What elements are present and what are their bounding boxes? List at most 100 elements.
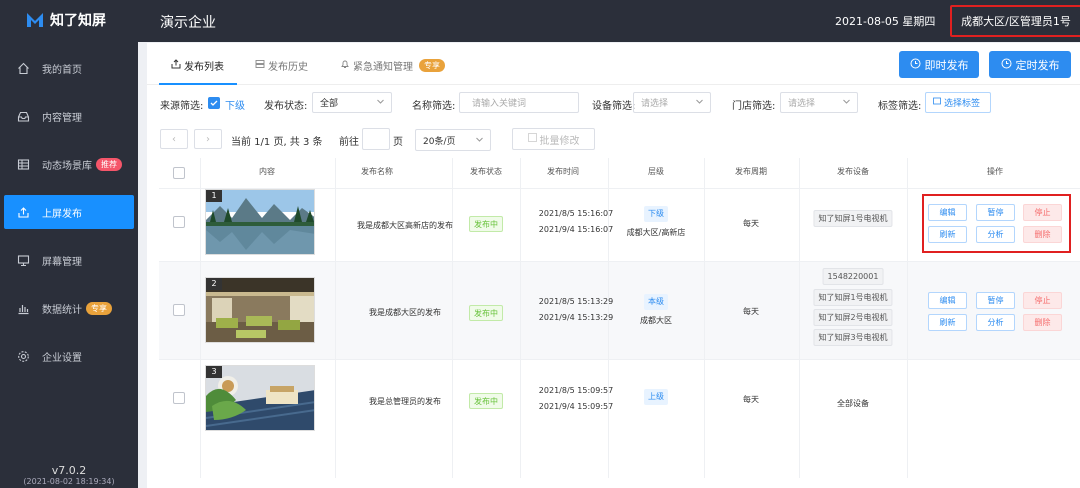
row-checkbox[interactable] [173, 216, 185, 228]
column-header: 发布时间 [547, 167, 579, 176]
publish-timed-button[interactable]: 定时发布 [989, 51, 1071, 78]
select-all-checkbox[interactable] [173, 167, 185, 179]
active-tab-indicator [159, 83, 237, 85]
next-page-button[interactable]: › [194, 129, 222, 149]
clock-icon [910, 58, 921, 72]
sidebar-item-content[interactable]: 内容管理 [0, 99, 138, 133]
status-filter-label: 发布状态: [264, 101, 308, 112]
device-chip: 知了知屏3号电视机 [813, 329, 893, 346]
chevron-left-icon: ‹ [172, 133, 176, 145]
name-search-placeholder: 请输入关键词 [472, 99, 527, 109]
recommend-badge: 推荐 [96, 157, 122, 171]
select-tags-button[interactable]: 选择标签 [925, 92, 991, 113]
publish-name: 我是成都大区高新店的发布 [357, 221, 453, 230]
pause-button[interactable]: 暂停 [976, 292, 1015, 309]
device-summary: 全部设备 [837, 399, 869, 408]
sidebar-item-publish[interactable]: 上屏发布 [4, 195, 134, 229]
column-header: 发布周期 [735, 167, 767, 176]
name-search-input[interactable]: 请输入关键词 [459, 92, 579, 113]
sidebar-item-label: 内容管理 [42, 112, 82, 124]
row-divider [159, 261, 1080, 262]
chevron-down-icon [695, 97, 704, 109]
row-checkbox[interactable] [173, 392, 185, 404]
chevron-right-icon: › [206, 133, 210, 145]
column-header: 发布设备 [837, 167, 869, 176]
column-header: 发布名称 [361, 167, 393, 176]
publish-timed-label: 定时发布 [1015, 58, 1060, 72]
logo-text: 知了知屏 [50, 13, 106, 29]
store-select[interactable]: 请选择 [780, 92, 858, 113]
column-divider [200, 158, 201, 478]
table-icon [16, 157, 30, 171]
monitor-icon [16, 253, 30, 267]
page-summary: 当前 1/1 页, 共 3 条 [231, 137, 323, 148]
name-filter-label: 名称筛选: [412, 101, 456, 112]
company-name: 演示企业 [160, 15, 216, 31]
edit-button[interactable]: 编辑 [928, 292, 967, 309]
stop-button[interactable]: 停止 [1023, 292, 1062, 309]
app-logo[interactable]: 知了知屏 [0, 0, 138, 40]
delete-button[interactable]: 删除 [1023, 314, 1062, 331]
goto-page-input[interactable] [362, 128, 390, 150]
publish-name: 我是总管理员的发布 [369, 397, 441, 406]
pagination-bar: ‹ › 当前 1/1 页, 共 3 条 前往 页 20条/页 批量修改 [147, 123, 1080, 155]
refresh-button[interactable]: 刷新 [928, 314, 967, 331]
device-select[interactable]: 请选择 [633, 92, 711, 113]
sidebar-item-scenes[interactable]: 动态场景库 推荐 [0, 147, 138, 181]
content-thumbnail-mountain-lake[interactable]: 1 [205, 189, 315, 255]
level-badge: 上级 [644, 389, 668, 405]
page-size-select[interactable]: 20条/页 [415, 129, 491, 151]
publish-cycle: 每天 [743, 219, 759, 228]
source-subordinate-checkbox[interactable] [208, 97, 220, 109]
tab-label: 发布列表 [184, 62, 224, 73]
exclusive-badge: 专享 [419, 59, 445, 72]
publish-start-time: 2021/8/5 15:16:07 [538, 209, 614, 218]
page-size-value: 20条/页 [423, 136, 456, 147]
store-select-placeholder: 请选择 [788, 99, 816, 109]
content-index: 1 [206, 190, 222, 202]
chevron-down-icon [475, 135, 484, 147]
level-path: 成都大区/高新店 [626, 228, 686, 237]
row-divider [159, 359, 1080, 360]
sidebar-item-home[interactable]: 我的首页 [0, 51, 138, 85]
batch-edit-button[interactable]: 批量修改 [512, 128, 595, 150]
level-badge: 本级 [644, 294, 668, 310]
sidebar-item-label: 屏幕管理 [42, 256, 82, 268]
publish-now-label: 即时发布 [924, 58, 969, 72]
bell-icon [340, 59, 350, 72]
tab-label: 紧急通知管理 [353, 62, 413, 73]
tab-publish-history[interactable]: 发布历史 [255, 58, 308, 73]
page-unit-label: 页 [393, 137, 403, 148]
content-thumbnail-lounge[interactable]: 2 [205, 277, 315, 343]
prev-page-button[interactable]: ‹ [160, 129, 188, 149]
sidebar-item-settings[interactable]: 企业设置 [0, 339, 138, 373]
chevron-down-icon [842, 97, 851, 109]
column-header: 操作 [987, 167, 1003, 176]
level-badge: 下级 [644, 206, 668, 222]
device-chip: 知了知屏1号电视机 [813, 289, 893, 306]
column-header: 层级 [648, 167, 664, 176]
publish-cycle: 每天 [743, 307, 759, 316]
tag-icon [933, 97, 941, 108]
status-select[interactable]: 全部 [312, 92, 392, 113]
publish-end-time: 2021/9/4 15:09:57 [538, 402, 614, 411]
device-filter-label: 设备筛选: [592, 101, 636, 112]
gear-icon [16, 349, 30, 363]
source-option-label[interactable]: 下级 [225, 97, 245, 112]
tab-emergency-notice[interactable]: 紧急通知管理 专享 [340, 58, 445, 73]
sidebar-item-stats[interactable]: 数据统计 专享 [0, 291, 138, 325]
device-chip: 知了知屏2号电视机 [813, 309, 893, 326]
tab-publish-list[interactable]: 发布列表 [171, 58, 224, 73]
source-filter-label: 来源筛选: [160, 101, 204, 112]
row-checkbox[interactable] [173, 304, 185, 316]
sidebar-item-screens[interactable]: 屏幕管理 [0, 243, 138, 277]
content-thumbnail-tea-table[interactable]: 3 [205, 365, 315, 431]
column-header: 内容 [259, 167, 275, 176]
analyze-button[interactable]: 分析 [976, 314, 1015, 331]
column-divider [704, 158, 705, 478]
publish-now-button[interactable]: 即时发布 [899, 51, 979, 78]
select-tags-label: 选择标签 [944, 99, 981, 109]
logo-icon [27, 13, 43, 27]
content-index: 3 [206, 366, 222, 378]
user-account[interactable]: 成都大区/区管理员1号 [950, 5, 1080, 37]
